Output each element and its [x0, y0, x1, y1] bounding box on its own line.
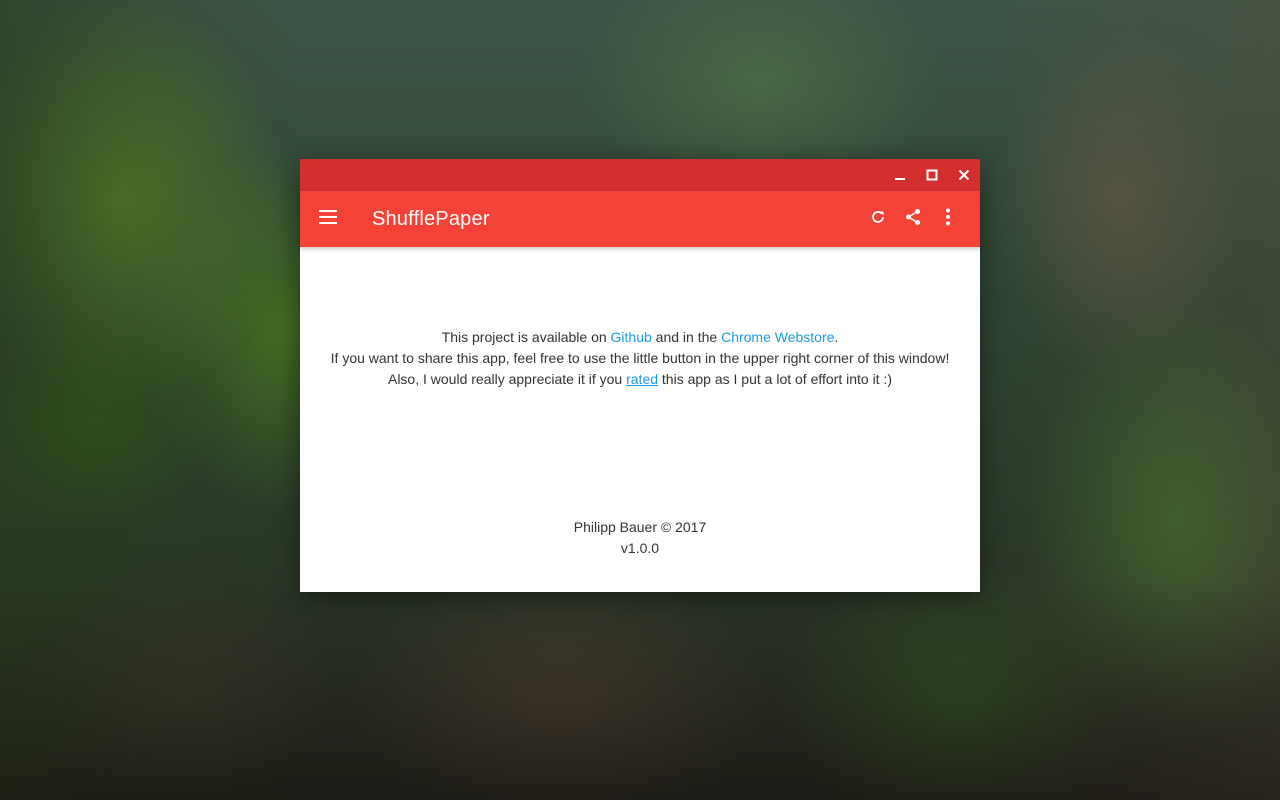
share-button[interactable] — [897, 203, 929, 235]
availability-middle: and in the — [651, 329, 722, 345]
footer: Philipp Bauer © 2017 v1.0.0 — [300, 517, 980, 559]
more-vert-icon — [945, 208, 951, 231]
about-content: This project is available on Github and … — [300, 247, 980, 592]
close-icon — [958, 169, 970, 181]
chrome-webstore-link[interactable]: Chrome Webstore — [721, 329, 834, 345]
maximize-icon — [926, 169, 938, 181]
maximize-button[interactable] — [916, 159, 948, 191]
rating-prefix: Also, I would really appreciate it if yo… — [387, 371, 627, 387]
more-options-button[interactable] — [932, 203, 964, 235]
hamburger-menu-icon — [318, 209, 338, 230]
availability-suffix: . — [834, 329, 839, 345]
window-title-bar[interactable] — [300, 159, 980, 191]
app-title: ShufflePaper — [372, 208, 490, 230]
share-hint-line: If you want to share this app, feel free… — [330, 350, 950, 366]
author-copyright: Philipp Bauer © 2017 — [573, 519, 707, 535]
app-toolbar: ShufflePaper — [300, 191, 980, 247]
rated-link[interactable]: rated — [626, 371, 658, 387]
info-text: This project is available on Github and … — [300, 327, 980, 390]
refresh-icon — [870, 209, 886, 230]
app-window: ShufflePaper This project is available o… — [300, 159, 980, 592]
refresh-button[interactable] — [862, 203, 894, 235]
minimize-icon — [894, 169, 906, 181]
rating-suffix: this app as I put a lot of effort into i… — [658, 371, 893, 387]
rating-line: Also, I would really appreciate it if yo… — [300, 369, 980, 390]
wallpaper-shadow — [0, 580, 1280, 800]
github-link[interactable]: Github — [611, 329, 652, 345]
version-label: v1.0.0 — [620, 540, 660, 556]
close-button[interactable] — [948, 159, 980, 191]
share-icon — [904, 208, 922, 231]
availability-prefix: This project is available on — [441, 329, 611, 345]
availability-line: This project is available on Github and … — [300, 327, 980, 348]
menu-button[interactable] — [312, 203, 344, 235]
minimize-button[interactable] — [884, 159, 916, 191]
